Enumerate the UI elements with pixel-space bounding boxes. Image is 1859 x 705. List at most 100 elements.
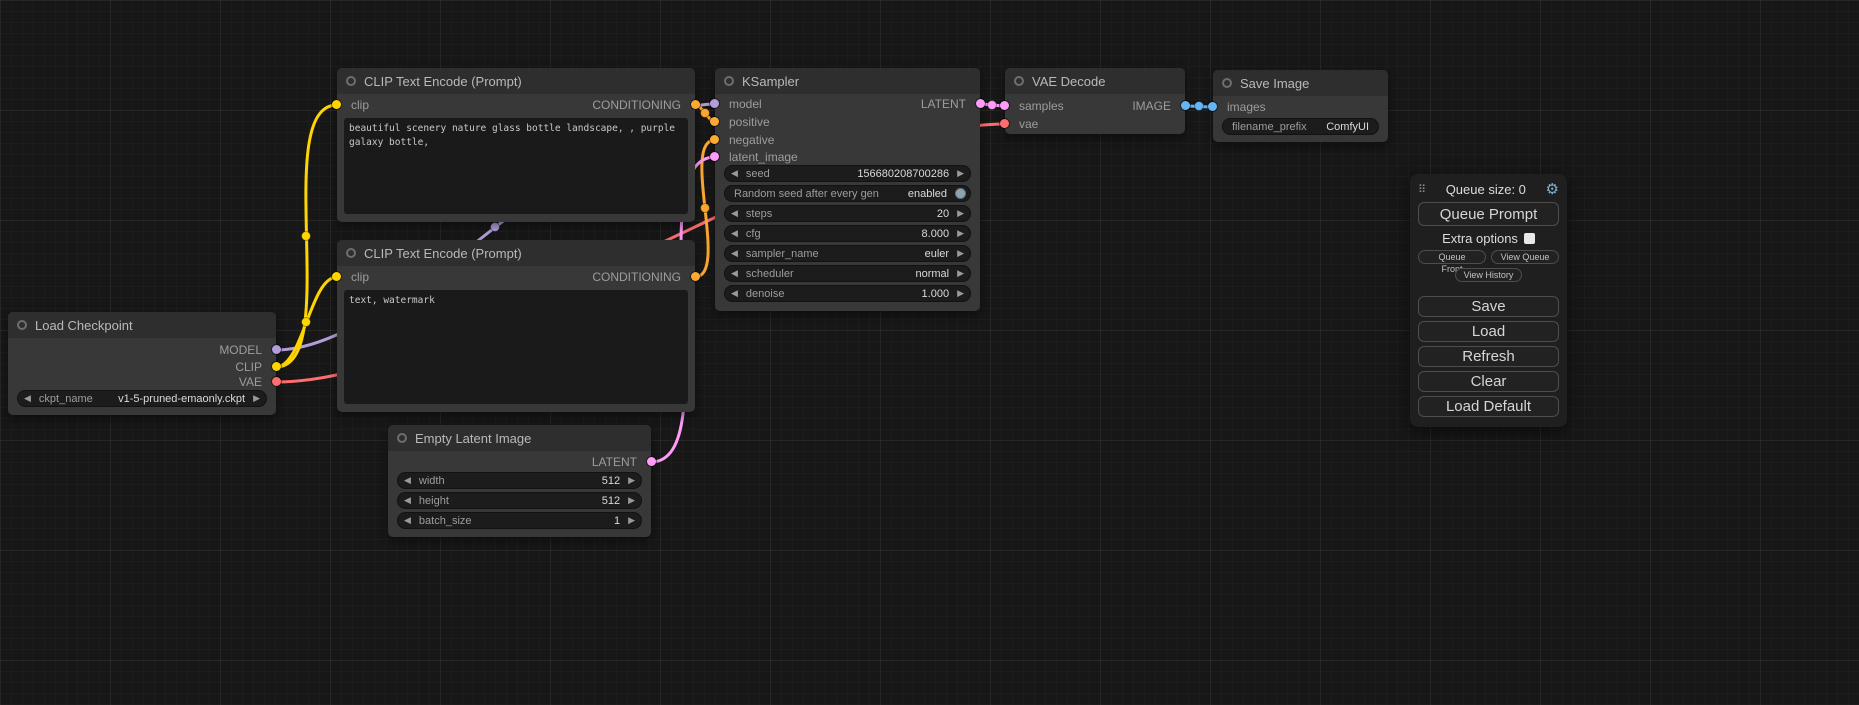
view-history-button[interactable]: View History (1455, 268, 1523, 282)
prompt-textarea[interactable]: beautiful scenery nature glass bottle la… (344, 118, 688, 214)
widget-value: enabled (908, 188, 947, 200)
decrement-icon[interactable]: ◀ (404, 476, 411, 485)
output-port-image[interactable] (1181, 101, 1190, 110)
collapse-dot-icon[interactable] (724, 76, 734, 86)
view-queue-button[interactable]: View Queue (1491, 250, 1559, 264)
widget-filename-prefix[interactable]: filename_prefix ComfyUI (1222, 118, 1379, 135)
decrement-icon[interactable]: ◀ (731, 229, 738, 238)
extra-options-label: Extra options (1442, 231, 1518, 246)
output-label-latent: LATENT (592, 454, 637, 470)
collapse-dot-icon[interactable] (346, 248, 356, 258)
increment-icon[interactable]: ▶ (957, 269, 964, 278)
increment-icon[interactable]: ▶ (628, 476, 635, 485)
load-default-button[interactable]: Load Default (1418, 396, 1559, 417)
decrement-icon[interactable]: ◀ (731, 269, 738, 278)
increment-icon[interactable]: ▶ (628, 516, 635, 525)
input-port-clip[interactable] (332, 100, 341, 109)
node-title-bar[interactable]: CLIP Text Encode (Prompt) (337, 68, 695, 94)
widget-width[interactable]: ◀ width 512 ▶ (397, 472, 642, 489)
decrement-icon[interactable]: ◀ (404, 496, 411, 505)
output-port-conditioning[interactable] (691, 272, 700, 281)
settings-gear-icon[interactable]: ⚙ (1546, 180, 1559, 198)
node-load-checkpoint[interactable]: Load Checkpoint MODEL CLIP VAE ◀ ckpt_na… (8, 312, 276, 415)
node-title-bar[interactable]: Empty Latent Image (388, 425, 651, 451)
prompt-textarea[interactable]: text, watermark (344, 290, 688, 404)
node-clip-text-encode-negative[interactable]: CLIP Text Encode (Prompt) clip CONDITION… (337, 240, 695, 412)
node-title-bar[interactable]: KSampler (715, 68, 980, 94)
output-port-model[interactable] (272, 345, 281, 354)
save-button[interactable]: Save (1418, 296, 1559, 317)
decrement-icon[interactable]: ◀ (731, 169, 738, 178)
increment-icon[interactable]: ▶ (957, 249, 964, 258)
input-label-samples: samples (1019, 98, 1064, 114)
collapse-dot-icon[interactable] (346, 76, 356, 86)
output-label-conditioning: CONDITIONING (592, 97, 681, 113)
input-port-latent-image[interactable] (710, 152, 719, 161)
collapse-dot-icon[interactable] (397, 433, 407, 443)
widget-name: denoise (746, 288, 785, 300)
decrement-icon[interactable]: ◀ (731, 209, 738, 218)
collapse-dot-icon[interactable] (17, 320, 27, 330)
node-empty-latent-image[interactable]: Empty Latent Image LATENT ◀ width 512 ▶ … (388, 425, 651, 537)
input-port-clip[interactable] (332, 272, 341, 281)
node-title-bar[interactable]: CLIP Text Encode (Prompt) (337, 240, 695, 266)
input-port-positive[interactable] (710, 117, 719, 126)
input-port-images[interactable] (1208, 102, 1217, 111)
increment-icon[interactable]: ▶ (957, 289, 964, 298)
input-label-model: model (729, 96, 762, 112)
widget-name: sampler_name (746, 248, 819, 260)
input-port-model[interactable] (710, 99, 719, 108)
decrement-icon[interactable]: ◀ (24, 394, 31, 403)
widget-batch-size[interactable]: ◀ batch_size 1 ▶ (397, 512, 642, 529)
widget-seed[interactable]: ◀ seed 156680208700286 ▶ (724, 165, 971, 182)
refresh-button[interactable]: Refresh (1418, 346, 1559, 367)
widget-value: normal (915, 268, 949, 280)
output-port-latent[interactable] (647, 457, 656, 466)
decrement-icon[interactable]: ◀ (731, 249, 738, 258)
drag-handle-icon[interactable]: ⠿ (1418, 183, 1426, 196)
node-title-bar[interactable]: VAE Decode (1005, 68, 1185, 94)
widget-name: width (419, 475, 445, 487)
clear-button[interactable]: Clear (1418, 371, 1559, 392)
output-port-conditioning[interactable] (691, 100, 700, 109)
widget-steps[interactable]: ◀ steps 20 ▶ (724, 205, 971, 222)
toggle-icon[interactable] (955, 188, 966, 199)
collapse-dot-icon[interactable] (1014, 76, 1024, 86)
node-save-image[interactable]: Save Image images filename_prefix ComfyU… (1213, 70, 1388, 142)
widget-denoise[interactable]: ◀ denoise 1.000 ▶ (724, 285, 971, 302)
wire-dot-conditioning-negative (701, 204, 710, 213)
input-port-samples[interactable] (1000, 101, 1009, 110)
increment-icon[interactable]: ▶ (253, 394, 260, 403)
decrement-icon[interactable]: ◀ (731, 289, 738, 298)
queue-front-button[interactable]: Queue Front (1418, 250, 1486, 264)
output-port-vae[interactable] (272, 377, 281, 386)
node-title-bar[interactable]: Load Checkpoint (8, 312, 276, 338)
node-clip-text-encode-positive[interactable]: CLIP Text Encode (Prompt) clip CONDITION… (337, 68, 695, 222)
decrement-icon[interactable]: ◀ (404, 516, 411, 525)
node-title-bar[interactable]: Save Image (1213, 70, 1388, 96)
increment-icon[interactable]: ▶ (957, 169, 964, 178)
widget-scheduler[interactable]: ◀ scheduler normal ▶ (724, 265, 971, 282)
input-port-negative[interactable] (710, 135, 719, 144)
node-ksampler[interactable]: KSampler model positive negative latent_… (715, 68, 980, 311)
wire-dot-samples (988, 101, 997, 110)
widget-ckpt-name[interactable]: ◀ ckpt_name v1-5-pruned-emaonly.ckpt ▶ (17, 390, 267, 407)
node-vae-decode[interactable]: VAE Decode samples vae IMAGE (1005, 68, 1185, 134)
widget-name: ckpt_name (39, 393, 93, 405)
extra-options-checkbox[interactable] (1524, 233, 1535, 244)
input-label-latent-image: latent_image (729, 149, 798, 165)
input-label-vae: vae (1019, 116, 1038, 132)
queue-prompt-button[interactable]: Queue Prompt (1418, 202, 1559, 226)
input-port-vae[interactable] (1000, 119, 1009, 128)
increment-icon[interactable]: ▶ (628, 496, 635, 505)
output-port-clip[interactable] (272, 362, 281, 371)
widget-sampler-name[interactable]: ◀ sampler_name euler ▶ (724, 245, 971, 262)
widget-random-seed[interactable]: Random seed after every gen enabled (724, 185, 971, 202)
increment-icon[interactable]: ▶ (957, 209, 964, 218)
widget-height[interactable]: ◀ height 512 ▶ (397, 492, 642, 509)
widget-cfg[interactable]: ◀ cfg 8.000 ▶ (724, 225, 971, 242)
load-button[interactable]: Load (1418, 321, 1559, 342)
collapse-dot-icon[interactable] (1222, 78, 1232, 88)
increment-icon[interactable]: ▶ (957, 229, 964, 238)
output-port-latent[interactable] (976, 99, 985, 108)
